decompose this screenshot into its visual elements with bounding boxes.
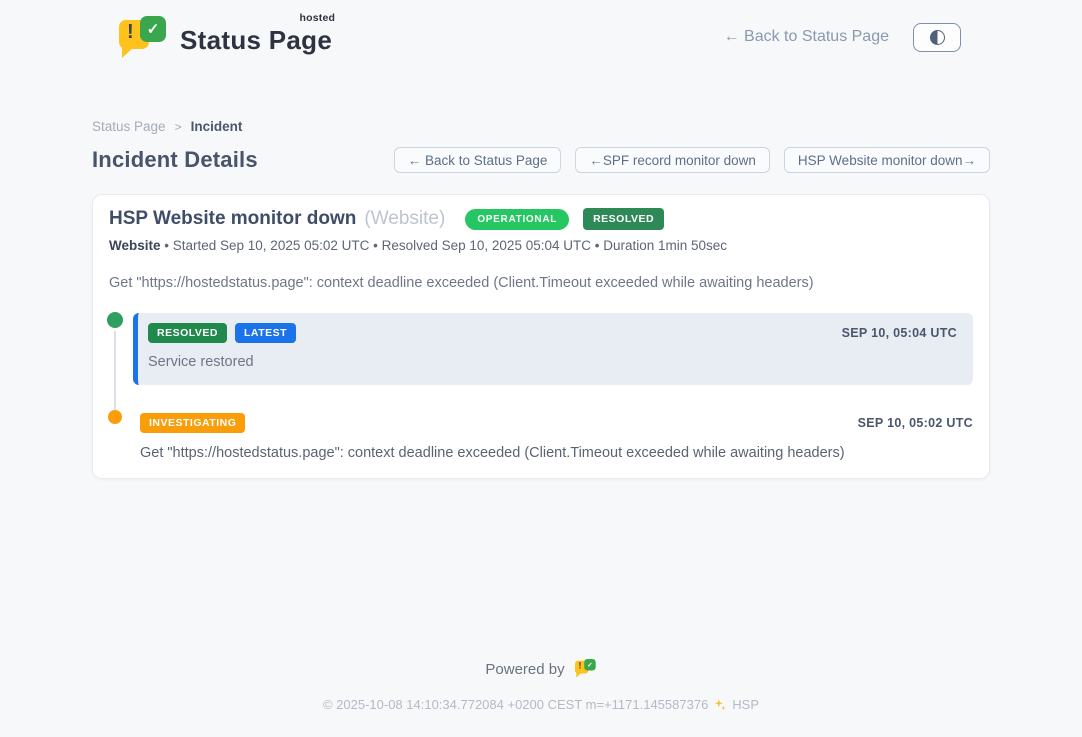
timeline-badges: RESOLVED LATEST bbox=[148, 323, 296, 343]
breadcrumb-incident: Incident bbox=[191, 119, 243, 134]
powered-by-label: Powered by bbox=[485, 661, 564, 678]
timeline-item-latest: RESOLVED LATEST SEP 10, 05:04 UTC Servic… bbox=[133, 313, 973, 385]
back-to-status-page-link[interactable]: ← Back to Status Page bbox=[724, 28, 889, 46]
timeline-badges: INVESTIGATING bbox=[140, 413, 245, 433]
incident-meta: Website • Started Sep 10, 2025 05:02 UTC… bbox=[109, 238, 973, 253]
theme-toggle-button[interactable] bbox=[913, 23, 961, 52]
logo-exclamation: ! bbox=[127, 22, 134, 42]
timeline-item-header: INVESTIGATING SEP 10, 05:02 UTC bbox=[140, 413, 973, 433]
incident-nav-buttons: ← Back to Status Page ←SPF record monito… bbox=[394, 147, 990, 173]
contrast-half-circle-icon bbox=[930, 30, 945, 45]
investigating-badge: INVESTIGATING bbox=[140, 413, 245, 433]
timeline-timestamp: SEP 10, 05:04 UTC bbox=[842, 326, 957, 340]
latest-badge: LATEST bbox=[235, 323, 296, 343]
incident-title-row: HSP Website monitor down (Website) OPERA… bbox=[109, 208, 973, 230]
copyright-line: © 2025-10-08 14:10:34.772084 +0200 CEST … bbox=[0, 697, 1082, 712]
resolved-badge: RESOLVED bbox=[148, 323, 227, 343]
prev-incident-button[interactable]: ←SPF record monitor down bbox=[575, 147, 770, 173]
timeline-connector-line bbox=[114, 329, 116, 410]
logo-bubble-tail bbox=[122, 46, 135, 58]
logo-check-square: ✓ bbox=[140, 16, 166, 42]
brand-name: Status Page hosted bbox=[180, 19, 332, 56]
check-icon: ✓ bbox=[147, 22, 160, 37]
copyright-text: © 2025-10-08 14:10:34.772084 +0200 CEST … bbox=[323, 697, 708, 712]
incident-timeline: RESOLVED LATEST SEP 10, 05:04 UTC Servic… bbox=[109, 313, 973, 461]
timeline-message: Service restored bbox=[148, 354, 957, 370]
statuspage-mini-logo-icon[interactable]: ! ✓ bbox=[575, 659, 597, 679]
page-title: Incident Details bbox=[92, 147, 258, 173]
main-content: Status Page > Incident Incident Details … bbox=[92, 119, 990, 479]
incident-component: (Website) bbox=[364, 208, 445, 230]
sparkles-icon bbox=[713, 698, 727, 712]
page-footer: Powered by ! ✓ © 2025-10-08 14:10:34.772… bbox=[0, 659, 1082, 737]
timeline-item-header: RESOLVED LATEST SEP 10, 05:04 UTC bbox=[148, 323, 957, 343]
top-bar-actions: ← Back to Status Page bbox=[724, 23, 961, 52]
incident-card: HSP Website monitor down (Website) OPERA… bbox=[92, 194, 990, 479]
statuspage-logo-icon: ! ✓ bbox=[119, 16, 167, 58]
timeline-dot-resolved bbox=[107, 312, 123, 328]
top-bar: ! ✓ Status Page hosted ← Back to Status … bbox=[0, 0, 1082, 58]
breadcrumb-separator: > bbox=[175, 120, 182, 134]
powered-by: Powered by ! ✓ bbox=[0, 659, 1082, 679]
timeline-message: Get "https://hostedstatus.page": context… bbox=[140, 445, 973, 461]
timeline-dot-investigating bbox=[108, 410, 122, 424]
breadcrumb-status-page[interactable]: Status Page bbox=[92, 119, 166, 134]
timeline-timestamp: SEP 10, 05:02 UTC bbox=[858, 416, 973, 430]
timeline-item-investigating: INVESTIGATING SEP 10, 05:02 UTC Get "htt… bbox=[140, 413, 973, 461]
footer-brand: HSP bbox=[732, 697, 759, 712]
statuspage-logo[interactable]: ! ✓ Status Page hosted bbox=[119, 16, 332, 58]
incident-title: HSP Website monitor down bbox=[109, 208, 356, 230]
back-to-status-page-button[interactable]: ← Back to Status Page bbox=[394, 147, 562, 173]
incident-meta-details: • Started Sep 10, 2025 05:02 UTC • Resol… bbox=[161, 238, 728, 253]
incident-meta-component: Website bbox=[109, 238, 161, 253]
check-icon: ✓ bbox=[587, 661, 593, 668]
brand-superscript: hosted bbox=[300, 12, 336, 24]
incident-description: Get "https://hostedstatus.page": context… bbox=[109, 275, 973, 291]
operational-status-badge: OPERATIONAL bbox=[465, 209, 569, 230]
next-incident-button[interactable]: HSP Website monitor down→ bbox=[784, 147, 990, 173]
breadcrumb: Status Page > Incident bbox=[92, 119, 990, 134]
heading-row: Incident Details ← Back to Status Page ←… bbox=[92, 147, 990, 173]
resolved-state-badge: RESOLVED bbox=[583, 208, 664, 230]
